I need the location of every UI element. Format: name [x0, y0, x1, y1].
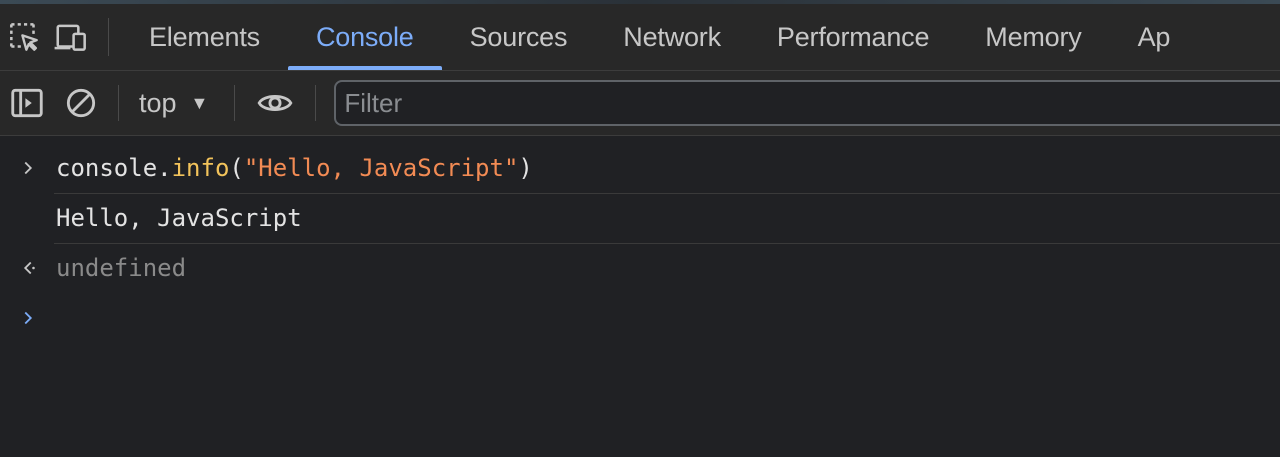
console-prompt-input[interactable] [56, 303, 1280, 333]
sidebar-icon [11, 88, 43, 118]
tab-elements[interactable]: Elements [121, 4, 288, 70]
tab-performance[interactable]: Performance [749, 4, 957, 70]
device-toolbar-button[interactable] [48, 4, 96, 70]
toolbar-separator [118, 85, 119, 121]
console-prompt-row[interactable] [0, 293, 1280, 343]
prompt-chevron-icon [0, 307, 56, 329]
tab-memory[interactable]: Memory [957, 4, 1109, 70]
row-divider [54, 193, 1280, 194]
inspect-element-button[interactable] [0, 4, 48, 70]
code-string: "Hello, JavaScript" [243, 154, 519, 182]
tab-application[interactable]: Ap [1110, 4, 1171, 70]
console-toolbar: top ▼ [0, 71, 1280, 136]
toolbar-separator [234, 85, 236, 121]
code-dot: . [157, 154, 172, 182]
tab-console[interactable]: Console [287, 4, 442, 70]
console-output: console. info("Hello, JavaScript") Hello,… [0, 143, 1280, 343]
return-arrow-icon [0, 257, 56, 279]
info-message: Hello, JavaScript [56, 204, 302, 232]
inspect-icon [10, 23, 38, 51]
console-return-row: undefined [0, 243, 1280, 293]
context-label: top [139, 87, 177, 118]
live-expression-button[interactable] [245, 71, 305, 135]
code-object: console [56, 154, 158, 182]
code-open-paren: ( [229, 154, 244, 182]
row-divider [54, 243, 1280, 244]
console-input-line: console. info("Hello, JavaScript") [0, 143, 1280, 193]
filter-input[interactable] [336, 86, 1280, 120]
code-method: info [171, 154, 230, 182]
input-prompt-icon [0, 157, 56, 179]
tab-network[interactable]: Network [595, 4, 749, 70]
devtools-tabbar: Elements Console Sources Network Perform… [0, 4, 1280, 71]
clear-icon [66, 88, 96, 118]
context-selector[interactable]: top ▼ [129, 88, 224, 119]
show-sidebar-button[interactable] [0, 71, 54, 135]
toolbar-separator [315, 85, 317, 121]
code-close-paren: ) [518, 154, 533, 182]
console-message-row: Hello, JavaScript [0, 193, 1280, 243]
dropdown-caret-icon: ▼ [190, 92, 209, 113]
tab-sources[interactable]: Sources [442, 4, 596, 70]
device-icon [54, 24, 86, 51]
return-value: undefined [56, 254, 187, 282]
tabbar-separator [108, 18, 109, 56]
eye-icon [257, 95, 293, 111]
clear-console-button[interactable] [54, 71, 108, 135]
filter-box [334, 80, 1280, 126]
